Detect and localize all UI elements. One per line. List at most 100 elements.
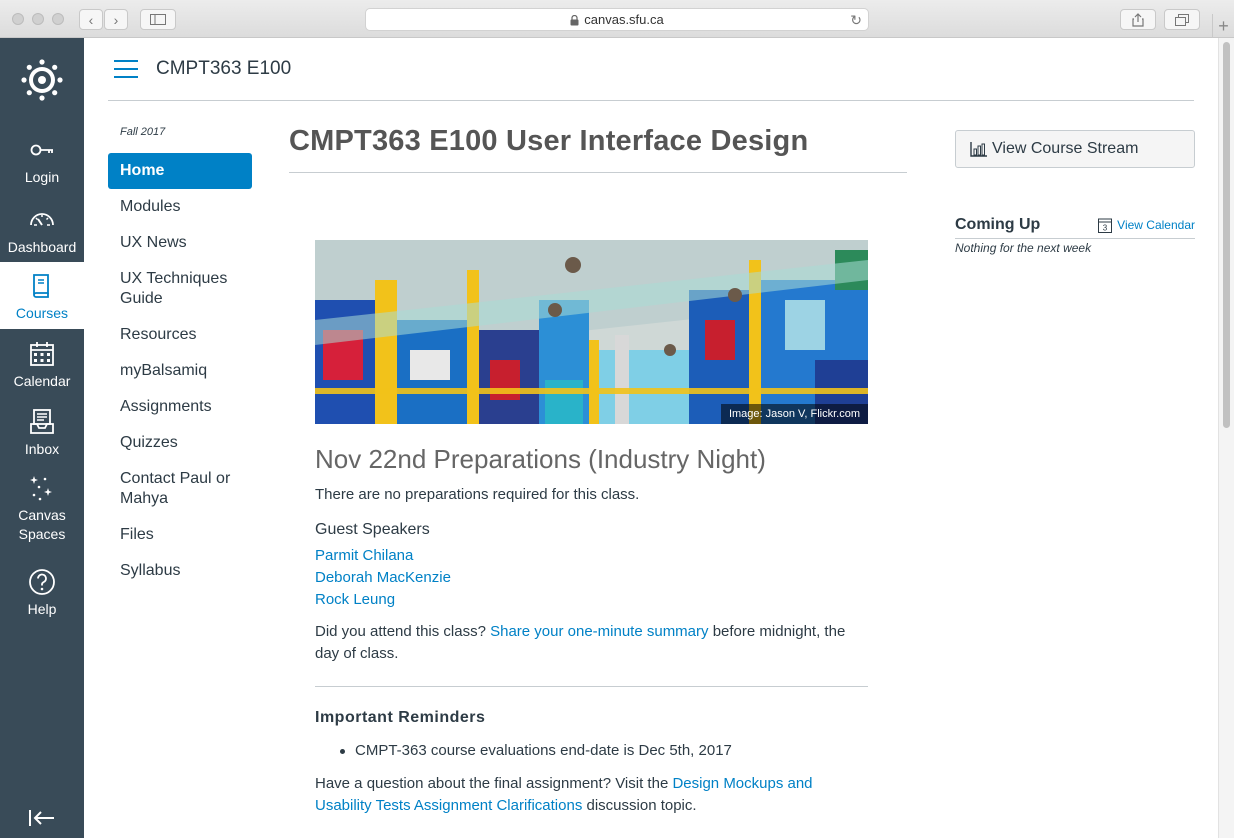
course-navigation: Home Modules UX News UX Techniques Guide… — [108, 153, 252, 597]
global-nav-help[interactable]: Help — [0, 568, 84, 619]
global-nav-courses[interactable]: Courses — [0, 262, 84, 329]
scrollbar-thumb[interactable] — [1223, 42, 1230, 428]
global-nav-calendar[interactable]: Calendar — [0, 340, 84, 391]
sidebar-toggle-button[interactable] — [140, 9, 176, 30]
course-nav-label-line2: Guide — [120, 290, 163, 307]
global-nav-label: Calendar — [13, 373, 71, 389]
stained-glass-image — [315, 240, 868, 424]
clarifications-link-line2[interactable]: Usability Tests Assignment Clarification… — [315, 797, 582, 814]
lock-icon — [570, 14, 579, 26]
course-nav-modules[interactable]: Modules — [108, 197, 252, 217]
breadcrumb-course-code[interactable]: CMPT363 E100 — [156, 58, 291, 80]
section-heading: Nov 22nd Preparations (Industry Night) — [315, 444, 766, 474]
tabs-icon — [1175, 13, 1189, 26]
plus-icon: + — [1218, 16, 1229, 36]
global-nav-label-line2: Spaces — [18, 526, 66, 542]
view-calendar-link[interactable]: 3 View Calendar — [1098, 217, 1195, 233]
global-navigation: Login Dashboard Courses Calendar Inbox C… — [0, 38, 84, 838]
share-button[interactable] — [1120, 9, 1156, 30]
new-tab-button[interactable]: + — [1212, 14, 1234, 38]
reminder-item: CMPT-363 course evaluations end-date is … — [340, 740, 732, 762]
tabs-overview-button[interactable] — [1164, 9, 1200, 30]
global-nav-label-line1: Canvas — [18, 507, 66, 523]
sidebar-icon — [150, 14, 166, 25]
global-nav-login[interactable]: Login — [0, 136, 84, 187]
course-nav-label-line2: Mahya — [120, 490, 169, 507]
speaker-link[interactable]: Deborah MacKenzie — [315, 567, 451, 589]
image-credit: Image: Jason V, Flickr.com — [720, 404, 868, 424]
help-icon — [29, 569, 55, 595]
hamburger-menu-icon[interactable] — [114, 60, 138, 78]
global-nav-label: Inbox — [24, 441, 60, 457]
share-icon — [1132, 12, 1144, 27]
calendar-icon — [30, 342, 54, 366]
course-header: CMPT363 E100 — [108, 38, 1194, 101]
calendar-day-number: 3 — [1103, 224, 1108, 233]
attendance-paragraph: Did you attend this class? Share your on… — [315, 621, 875, 665]
key-icon — [30, 144, 53, 156]
coming-up-header: Coming Up 3 View Calendar — [955, 215, 1195, 239]
back-button[interactable]: ‹ — [79, 9, 103, 30]
view-calendar-label: View Calendar — [1117, 218, 1195, 232]
window-minimize-button[interactable] — [32, 13, 44, 25]
global-nav-label: Help — [27, 601, 57, 617]
speaker-link[interactable]: Rock Leung — [315, 589, 395, 611]
address-bar[interactable]: canvas.sfu.ca ↻ — [365, 8, 869, 31]
url-text: canvas.sfu.ca — [584, 12, 664, 27]
global-nav-label: Courses — [15, 305, 69, 321]
sparkles-icon — [30, 476, 52, 501]
course-nav-label-line1: Contact Paul or — [120, 470, 231, 487]
browser-toolbar: ‹ › canvas.sfu.ca ↻ + — [0, 0, 1234, 38]
course-nav-ux-techniques-guide[interactable]: UX Techniques Guide — [108, 269, 252, 309]
view-course-stream-button[interactable]: View Course Stream — [955, 130, 1195, 168]
stream-button-label: View Course Stream — [992, 140, 1139, 157]
guest-speakers-heading: Guest Speakers — [315, 521, 430, 538]
window-close-button[interactable] — [12, 13, 24, 25]
term-label: Fall 2017 — [120, 126, 166, 138]
attendance-line2: day of class. — [315, 645, 399, 662]
global-nav-label: Login — [24, 169, 60, 185]
coming-up-empty-text: Nothing for the next week — [955, 241, 1092, 255]
coming-up-title: Coming Up — [955, 216, 1041, 233]
course-nav-label-line1: UX Techniques — [120, 270, 228, 287]
banner-image: Image: Jason V, Flickr.com — [315, 240, 868, 424]
global-nav-dashboard[interactable]: Dashboard — [0, 206, 84, 257]
clarifications-link-line1[interactable]: Design Mockups and — [672, 775, 812, 792]
course-nav-ux-news[interactable]: UX News — [108, 233, 252, 253]
question-prefix: Have a question about the final assignme… — [315, 775, 673, 792]
course-nav-contact[interactable]: Contact Paul or Mahya — [108, 469, 252, 509]
page-scrollbar[interactable] — [1218, 38, 1234, 838]
collapse-nav-icon[interactable] — [28, 808, 56, 828]
content-divider — [315, 686, 868, 687]
calendar-day-icon: 3 — [1098, 218, 1113, 233]
dashboard-gauge-icon — [30, 213, 54, 226]
chevron-right-icon: › — [113, 11, 119, 28]
attendance-prefix: Did you attend this class? — [315, 623, 491, 640]
canvas-logo-icon[interactable] — [20, 58, 64, 102]
bar-chart-icon — [970, 142, 987, 157]
course-nav-syllabus[interactable]: Syllabus — [108, 561, 252, 581]
course-nav-quizzes[interactable]: Quizzes — [108, 433, 252, 453]
summary-link[interactable]: Share your one-minute summary — [490, 623, 708, 640]
global-nav-inbox[interactable]: Inbox — [0, 408, 84, 459]
speaker-link[interactable]: Parmit Chilana — [315, 545, 413, 567]
course-nav-assignments[interactable]: Assignments — [108, 397, 252, 417]
question-paragraph: Have a question about the final assignme… — [315, 773, 875, 817]
global-nav-canvas-spaces[interactable]: Canvas Spaces — [0, 474, 84, 544]
page-title: CMPT363 E100 User Interface Design — [289, 125, 907, 173]
course-nav-resources[interactable]: Resources — [108, 325, 252, 345]
global-nav-label: Dashboard — [7, 239, 77, 255]
course-nav-mybalsamiq[interactable]: myBalsamiq — [108, 361, 252, 381]
chevron-left-icon: ‹ — [88, 11, 94, 28]
attendance-suffix: before midnight, the — [708, 623, 846, 640]
book-icon — [33, 274, 49, 298]
reload-icon[interactable]: ↻ — [850, 12, 862, 29]
preparation-text: There are no preparations required for t… — [315, 486, 640, 503]
window-zoom-button[interactable] — [52, 13, 64, 25]
forward-button[interactable]: › — [104, 9, 128, 30]
question-suffix: discussion topic. — [582, 797, 697, 814]
reminders-heading: Important Reminders — [315, 709, 486, 726]
inbox-icon — [30, 409, 54, 434]
course-nav-files[interactable]: Files — [108, 525, 252, 545]
course-nav-home[interactable]: Home — [108, 153, 252, 189]
